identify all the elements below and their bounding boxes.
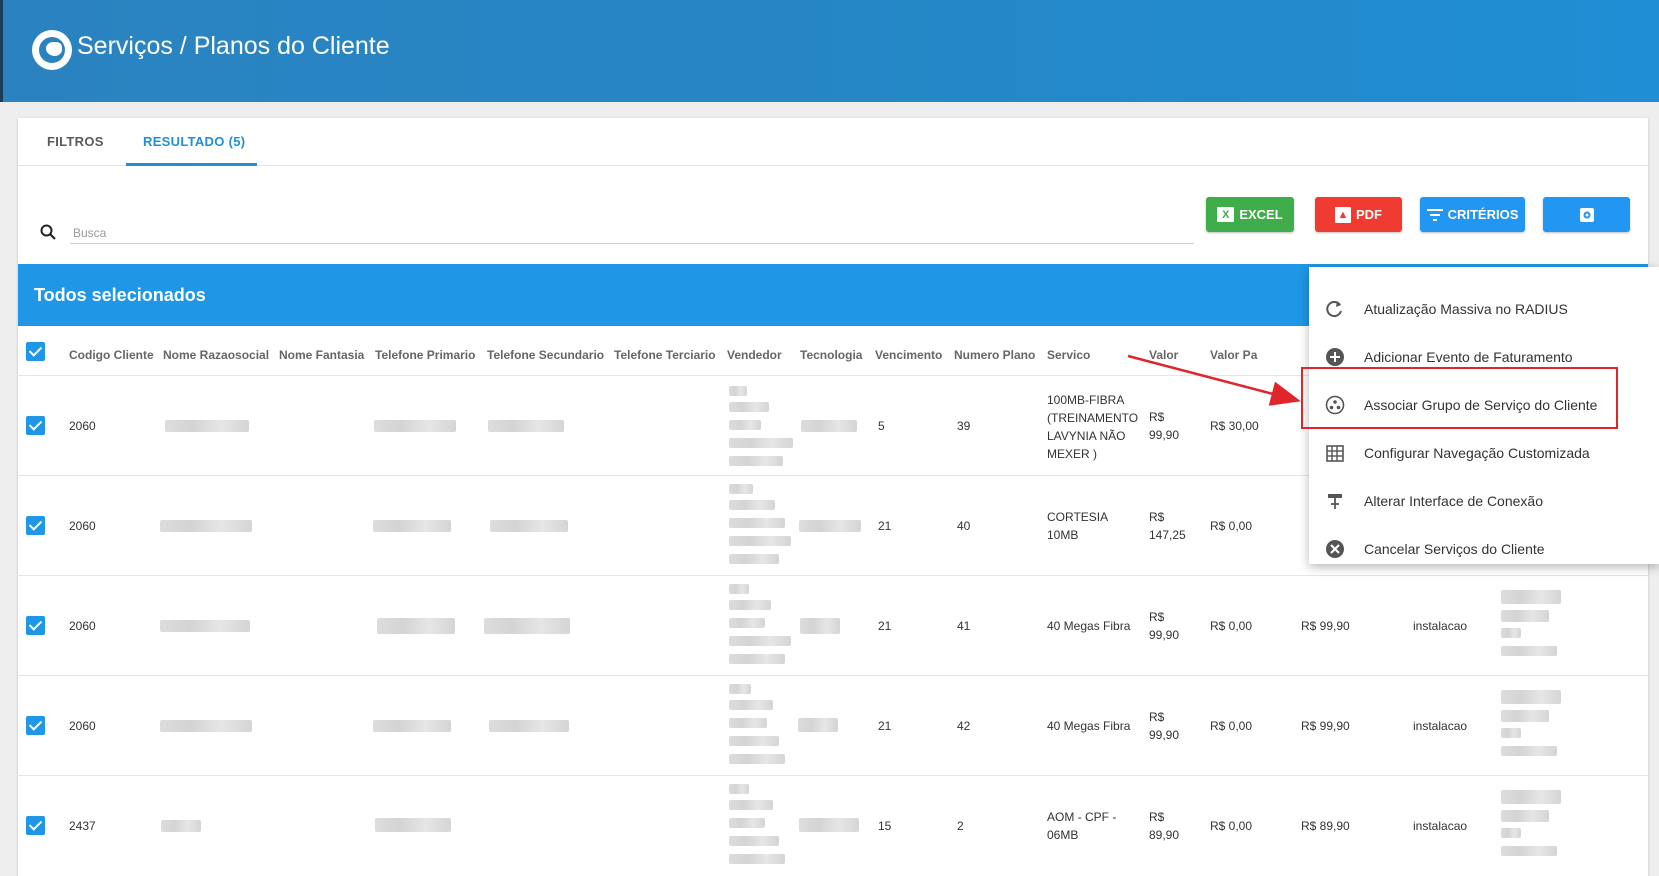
annotation-arrow bbox=[1127, 354, 1301, 406]
